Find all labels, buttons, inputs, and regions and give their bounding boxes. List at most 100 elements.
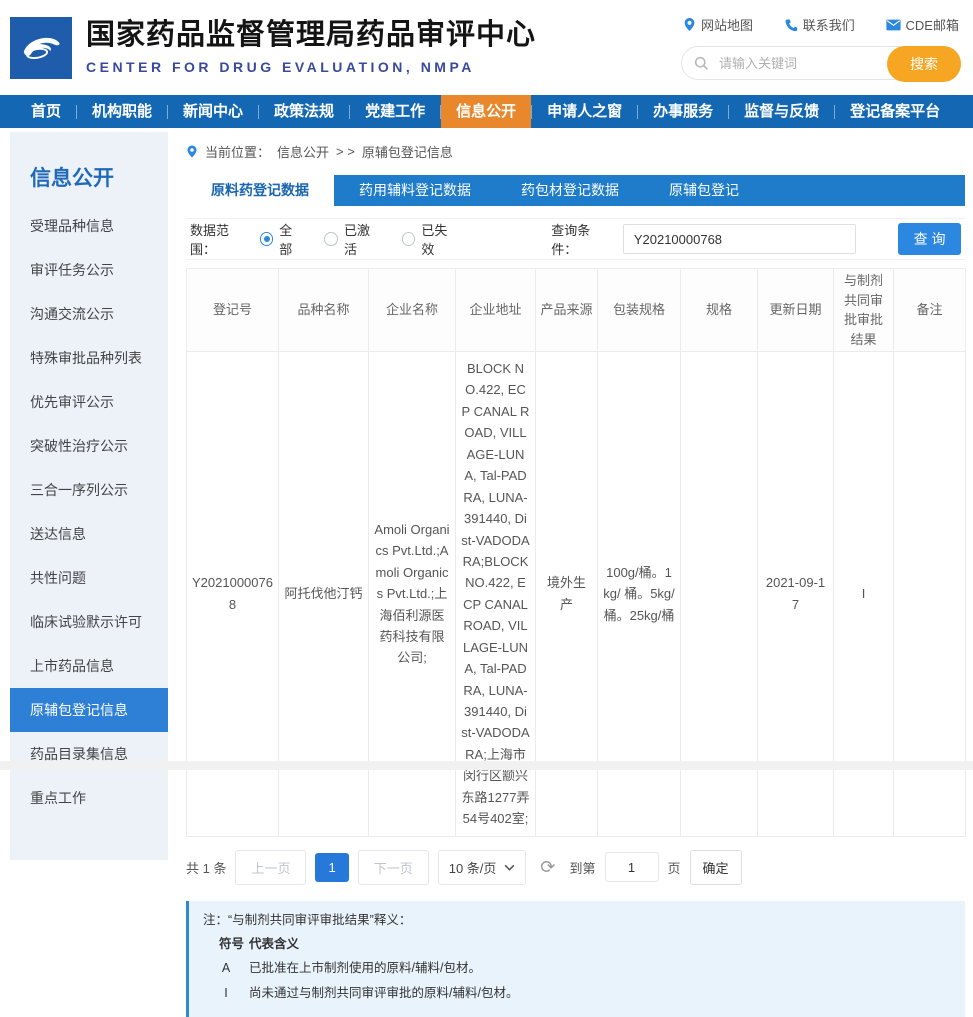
col-company-name: 企业名称 <box>369 269 456 352</box>
col-update-date: 更新日期 <box>758 269 834 352</box>
sidebar-item-api-excipient-packaging[interactable]: 原辅包登记信息 <box>10 688 168 732</box>
breadcrumb-section[interactable]: 信息公开 <box>277 142 329 161</box>
phone-icon <box>784 18 798 32</box>
nav-item-functions[interactable]: 机构职能 <box>77 95 167 128</box>
cde-mail-link[interactable]: CDE邮箱 <box>886 15 959 34</box>
envelope-icon <box>886 19 901 31</box>
registration-table: 登记号 品种名称 企业名称 企业地址 产品来源 包装规格 规格 更新日期 与制剂… <box>186 268 966 837</box>
note-col-symbol: 符号 <box>203 935 249 954</box>
radio-expired-label: 已失效 <box>421 220 459 258</box>
sidebar-item-three-in-one[interactable]: 三合一序列公示 <box>10 468 168 512</box>
sidebar-item-delivery-info[interactable]: 送达信息 <box>10 512 168 556</box>
location-pin-icon <box>683 17 696 32</box>
header-right: 网站地图 联系我们 CDE邮箱 搜索 <box>681 15 963 80</box>
breadcrumb-separator: > > <box>336 144 355 159</box>
prev-page-button[interactable]: 上一页 <box>235 850 306 885</box>
nav-item-services[interactable]: 办事服务 <box>638 95 728 128</box>
table-header-row: 登记号 品种名称 企业名称 企业地址 产品来源 包装规格 规格 更新日期 与制剂… <box>187 269 966 352</box>
data-tabs: 原料药登记数据 药用辅料登记数据 药包材登记数据 原辅包登记 <box>186 175 965 206</box>
col-joint-review-result: 与制剂共同审批审批结果 <box>834 269 894 352</box>
refresh-icon[interactable]: ⟳ <box>540 858 555 876</box>
note-symbol-a: A <box>203 959 249 978</box>
note-meaning-a: 已批准在上市制剂使用的原料/辅料/包材。 <box>249 959 481 978</box>
sitemap-link[interactable]: 网站地图 <box>683 15 753 34</box>
nav-item-news[interactable]: 新闻中心 <box>168 95 258 128</box>
note-header-row: 符号 代表含义 <box>203 935 951 954</box>
search-icon <box>694 56 709 71</box>
sidebar-item-accepted-varieties[interactable]: 受理品种信息 <box>10 204 168 248</box>
note-box: 注：“与制剂共同审评审批结果”释义： 符号 代表含义 A 已批准在上市制剂使用的… <box>186 901 965 1017</box>
breadcrumb-label: 当前位置： <box>205 142 270 161</box>
jump-prefix: 到第 <box>570 858 596 877</box>
radio-all[interactable]: 全部 <box>260 220 305 258</box>
radio-expired[interactable]: 已失效 <box>402 220 459 258</box>
sidebar-item-special-approval[interactable]: 特殊审批品种列表 <box>10 336 168 380</box>
nav-item-home[interactable]: 首页 <box>16 95 76 128</box>
note-col-meaning: 代表含义 <box>249 935 299 954</box>
contact-label: 联系我们 <box>803 15 855 34</box>
search-button[interactable]: 搜索 <box>887 46 961 82</box>
cde-mail-label: CDE邮箱 <box>906 15 959 34</box>
jump-page-input[interactable] <box>605 852 659 882</box>
site-title-cn: 国家药品监督管理局药品审评中心 <box>86 20 536 52</box>
sidebar-item-clinical-trial-default[interactable]: 临床试验默示许可 <box>10 600 168 644</box>
content-area: 信息公开 受理品种信息 审评任务公示 沟通交流公示 特殊审批品种列表 优先审评公… <box>0 128 973 1017</box>
tab-excipient-registration[interactable]: 药用辅料登记数据 <box>334 175 496 206</box>
query-button[interactable]: 查 询 <box>898 223 961 255</box>
col-variety-name: 品种名称 <box>279 269 369 352</box>
note-row-i: I 尚未通过与制剂共同审评审批的原料/辅料/包材。 <box>203 984 951 1003</box>
nav-item-info-disclosure[interactable]: 信息公开 <box>441 95 531 128</box>
sidebar-item-key-work[interactable]: 重点工作 <box>10 776 168 820</box>
radio-all-label: 全部 <box>279 220 304 258</box>
site-title-en: CENTER FOR DRUG EVALUATION, NMPA <box>86 59 536 75</box>
jump-suffix: 页 <box>668 858 681 877</box>
next-page-button[interactable]: 下一页 <box>358 850 429 885</box>
confirm-button[interactable]: 确定 <box>690 850 742 885</box>
total-count: 共 1 条 <box>186 858 226 877</box>
note-meaning-i: 尚未通过与制剂共同审评审批的原料/辅料/包材。 <box>249 984 518 1003</box>
breadcrumb: 当前位置： 信息公开 > > 原辅包登记信息 <box>186 132 965 175</box>
page-size-value: 10 条/页 <box>449 858 497 877</box>
note-title: 注：“与制剂共同审评审批结果”释义： <box>203 911 951 930</box>
page-1-button[interactable]: 1 <box>315 853 348 882</box>
radio-expired-icon[interactable] <box>402 232 416 246</box>
contact-link[interactable]: 联系我们 <box>784 15 855 34</box>
radio-all-icon[interactable] <box>260 232 274 246</box>
scope-label: 数据范围： <box>190 220 254 258</box>
nav-item-party[interactable]: 党建工作 <box>350 95 440 128</box>
nav-item-policy[interactable]: 政策法规 <box>259 95 349 128</box>
radio-activated[interactable]: 已激活 <box>324 220 381 258</box>
breadcrumb-pin-icon <box>186 144 198 159</box>
search-input[interactable] <box>717 55 877 72</box>
sidebar-item-marketed-drugs[interactable]: 上市药品信息 <box>10 644 168 688</box>
cde-logo-swirl-icon <box>16 23 66 73</box>
note-row-a: A 已批准在上市制剂使用的原料/辅料/包材。 <box>203 959 951 978</box>
sidebar-item-communication[interactable]: 沟通交流公示 <box>10 292 168 336</box>
tab-packaging-registration[interactable]: 药包材登记数据 <box>496 175 644 206</box>
nav-item-applicant[interactable]: 申请人之窗 <box>532 95 637 128</box>
note-symbol-i: I <box>203 984 249 1003</box>
site-titles: 国家药品监督管理局药品审评中心 CENTER FOR DRUG EVALUATI… <box>86 20 536 75</box>
query-label: 查询条件： <box>551 220 615 258</box>
sidebar-item-priority-review[interactable]: 优先审评公示 <box>10 380 168 424</box>
main-nav: 首页 机构职能 新闻中心 政策法规 党建工作 信息公开 申请人之窗 办事服务 监… <box>0 95 973 128</box>
chevron-down-icon <box>504 864 515 871</box>
page-size-select[interactable]: 10 条/页 <box>438 850 527 885</box>
sidebar-item-breakthrough-therapy[interactable]: 突破性治疗公示 <box>10 424 168 468</box>
sidebar-item-review-tasks[interactable]: 审评任务公示 <box>10 248 168 292</box>
quick-links: 网站地图 联系我们 CDE邮箱 <box>683 15 959 34</box>
col-company-address: 企业地址 <box>456 269 536 352</box>
main-panel: 当前位置： 信息公开 > > 原辅包登记信息 原料药登记数据 药用辅料登记数据 … <box>186 132 965 1017</box>
sidebar-item-common-issues[interactable]: 共性问题 <box>10 556 168 600</box>
tab-api-registration[interactable]: 原料药登记数据 <box>186 175 334 206</box>
nav-item-registration-platform[interactable]: 登记备案平台 <box>835 95 955 128</box>
pagination-bar: 共 1 条 上一页 1 下一页 10 条/页 ⟳ 到第 页 确定 <box>186 850 965 885</box>
query-input[interactable] <box>623 224 856 254</box>
radio-activated-icon[interactable] <box>324 232 338 246</box>
nav-item-supervision[interactable]: 监督与反馈 <box>729 95 834 128</box>
sidebar-title: 信息公开 <box>10 162 168 204</box>
site-search: 搜索 <box>681 46 961 80</box>
page-bottom-strip <box>0 761 973 770</box>
tab-api-excipient-pkg[interactable]: 原辅包登记 <box>644 175 764 206</box>
col-spec: 规格 <box>681 269 758 352</box>
